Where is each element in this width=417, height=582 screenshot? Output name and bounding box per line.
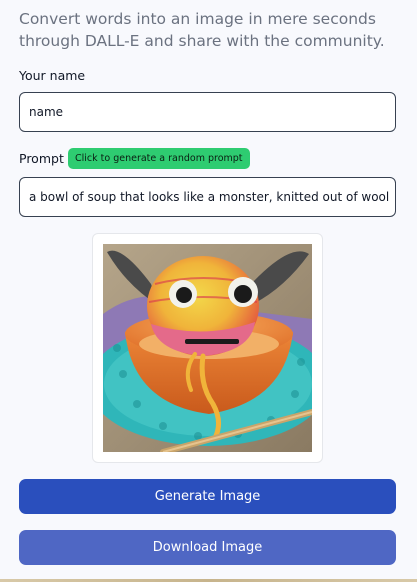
prompt-label: Prompt	[19, 151, 64, 166]
random-prompt-button[interactable]: Click to generate a random prompt	[68, 148, 250, 169]
generated-image	[103, 244, 312, 452]
generate-image-button[interactable]: Generate Image	[19, 479, 396, 514]
prompt-input[interactable]: a bowl of soup that looks like a monster…	[19, 177, 396, 217]
download-image-button[interactable]: Download Image	[19, 530, 396, 565]
intro-text: Convert words into an image in mere seco…	[19, 10, 385, 50]
name-label: Your name	[19, 68, 86, 83]
image-preview	[92, 233, 323, 463]
create-post-page: Convert words into an image in mere seco…	[0, 0, 417, 582]
name-input[interactable]: name	[19, 92, 396, 132]
